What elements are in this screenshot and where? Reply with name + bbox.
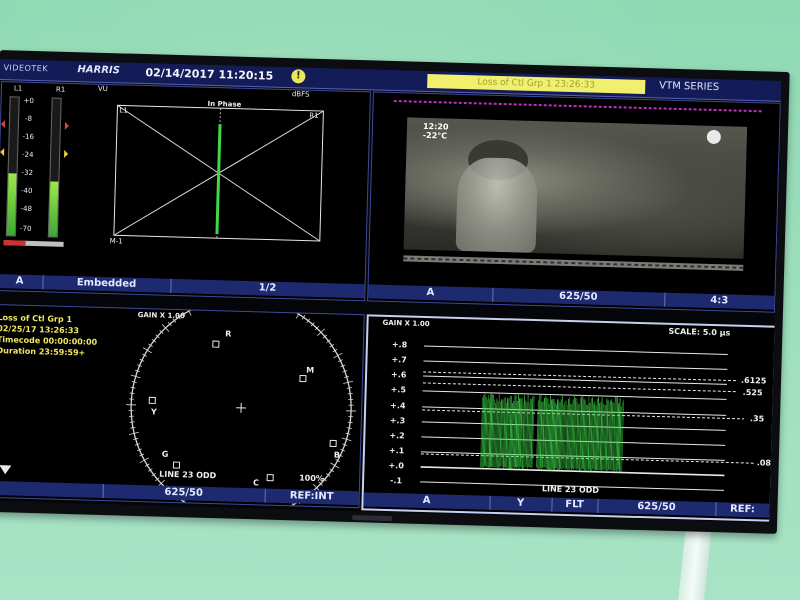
- vector-tick: [142, 347, 152, 354]
- graticule-line: [423, 360, 728, 370]
- vector-tick: [348, 398, 354, 401]
- vector-tick: [197, 304, 201, 309]
- vector-tick: [129, 421, 135, 423]
- date-time: 02/14/2017 11:20:15: [145, 66, 274, 83]
- target-label-y: Y: [150, 407, 157, 417]
- vector-input[interactable]: [0, 480, 104, 499]
- vector-tick: [131, 381, 137, 383]
- graticule-line: [423, 375, 727, 385]
- vectorscope-panel[interactable]: GAIN X 1.00 Loss of Ctl Grp 1 02/25/17 1…: [0, 303, 365, 509]
- waveform-component[interactable]: Y: [489, 495, 553, 512]
- vector-tick: [192, 504, 196, 508]
- monitor-bezel: VIDEOTEK HARRIS 02/14/2017 11:20:15 ! Lo…: [0, 50, 790, 534]
- input-selector[interactable]: A: [0, 273, 44, 290]
- graticule-label: +.7: [391, 355, 407, 365]
- graticule-label: +.0: [388, 461, 404, 471]
- marker-label: .087: [756, 458, 777, 468]
- graticule-label: +.1: [388, 446, 405, 456]
- marker-label: .6125: [740, 375, 767, 386]
- monitor-screen: VIDEOTEK HARRIS 02/14/2017 11:20:15 ! Lo…: [0, 58, 782, 523]
- vector-tick: [186, 502, 190, 507]
- vector-tick: [214, 304, 218, 306]
- graticule-label: -.1: [390, 476, 403, 486]
- ticker-strip: [403, 255, 744, 271]
- vector-tick: [347, 421, 353, 424]
- target-box-r: [212, 340, 220, 348]
- graticule-label: +.6: [390, 370, 407, 380]
- marker-label: .525: [742, 387, 763, 398]
- target-label-g: G: [161, 449, 169, 459]
- target-box-y: [148, 396, 156, 404]
- waveform-line-label: LINE 23 ODD: [541, 484, 600, 495]
- plot-left-label: L1: [119, 106, 128, 115]
- vector-tick: [282, 304, 285, 309]
- waveform-panel[interactable]: GAIN X 1.00 SCALE: 5.0 µs +.8 +.7 +.6 +.…: [361, 314, 777, 522]
- vector-tick: [286, 504, 290, 508]
- vector-tick: [292, 308, 296, 314]
- graticule-label: +.2: [389, 431, 405, 441]
- vector-tick: [186, 306, 192, 316]
- vector-tick: [276, 304, 280, 307]
- vector-tick: [139, 457, 149, 463]
- vector-tick: [346, 427, 352, 429]
- alert-icon[interactable]: !: [291, 69, 306, 84]
- waveform-filter[interactable]: FLT: [551, 497, 599, 513]
- vector-tick: [270, 304, 275, 308]
- vector-tick: [347, 392, 353, 395]
- graticule-label: +.3: [389, 416, 406, 426]
- target-box-g: [172, 461, 181, 469]
- marker-line: [422, 382, 737, 393]
- target-box-b: [329, 439, 337, 448]
- brand-logo: HARRIS: [77, 64, 121, 77]
- plot-bottom-label: M-1: [109, 237, 123, 246]
- target-label-b: B: [333, 450, 341, 460]
- target-label-c: C: [252, 478, 260, 488]
- vector-tick: [330, 462, 340, 469]
- vector-tick: [295, 309, 302, 319]
- target-box-m: [299, 374, 307, 383]
- vector-percent: 100%: [299, 473, 325, 484]
- monitor-logo: [352, 515, 393, 522]
- waveform-trace: [480, 393, 625, 473]
- graticule-label: +.8: [391, 340, 408, 350]
- picture-panel[interactable]: 12:20 -22°C A 625/50 4:3: [367, 91, 781, 313]
- graticule-label: +.4: [390, 401, 406, 411]
- series-label: VTM SERIES: [659, 80, 720, 94]
- reference-source[interactable]: REF:: [715, 502, 769, 518]
- vector-tick: [128, 415, 134, 417]
- marker-line: [420, 453, 755, 464]
- graticule-label: +.5: [390, 385, 407, 395]
- vector-line-label: LINE 23 ODD: [159, 469, 217, 481]
- vector-tick: [345, 432, 351, 435]
- marker-label: .35: [749, 414, 765, 424]
- vector-tick: [287, 306, 291, 312]
- vector-tick: [333, 352, 343, 359]
- audio-panel[interactable]: L1 R1 VU dBFS In Phase +0 -8 -16 -24 -32…: [0, 81, 371, 302]
- brand-label: VIDEOTEK: [3, 63, 49, 74]
- target-label-m: M: [306, 365, 315, 375]
- menu-down-icon[interactable]: [0, 465, 12, 475]
- reference-source[interactable]: REF:INT: [264, 489, 358, 506]
- target-label-r: R: [225, 329, 232, 339]
- vector-tick: [129, 392, 135, 395]
- vector-tick: [130, 386, 136, 389]
- plot-right-label: R1: [309, 111, 319, 120]
- vector-tick: [192, 306, 196, 311]
- vector-tick: [203, 304, 206, 307]
- alarm-message[interactable]: Loss of Ctl Grp 1 23:26:33: [427, 73, 646, 95]
- target-box-c: [266, 474, 274, 482]
- marker-line: [423, 371, 738, 382]
- graticule-line: [423, 345, 728, 355]
